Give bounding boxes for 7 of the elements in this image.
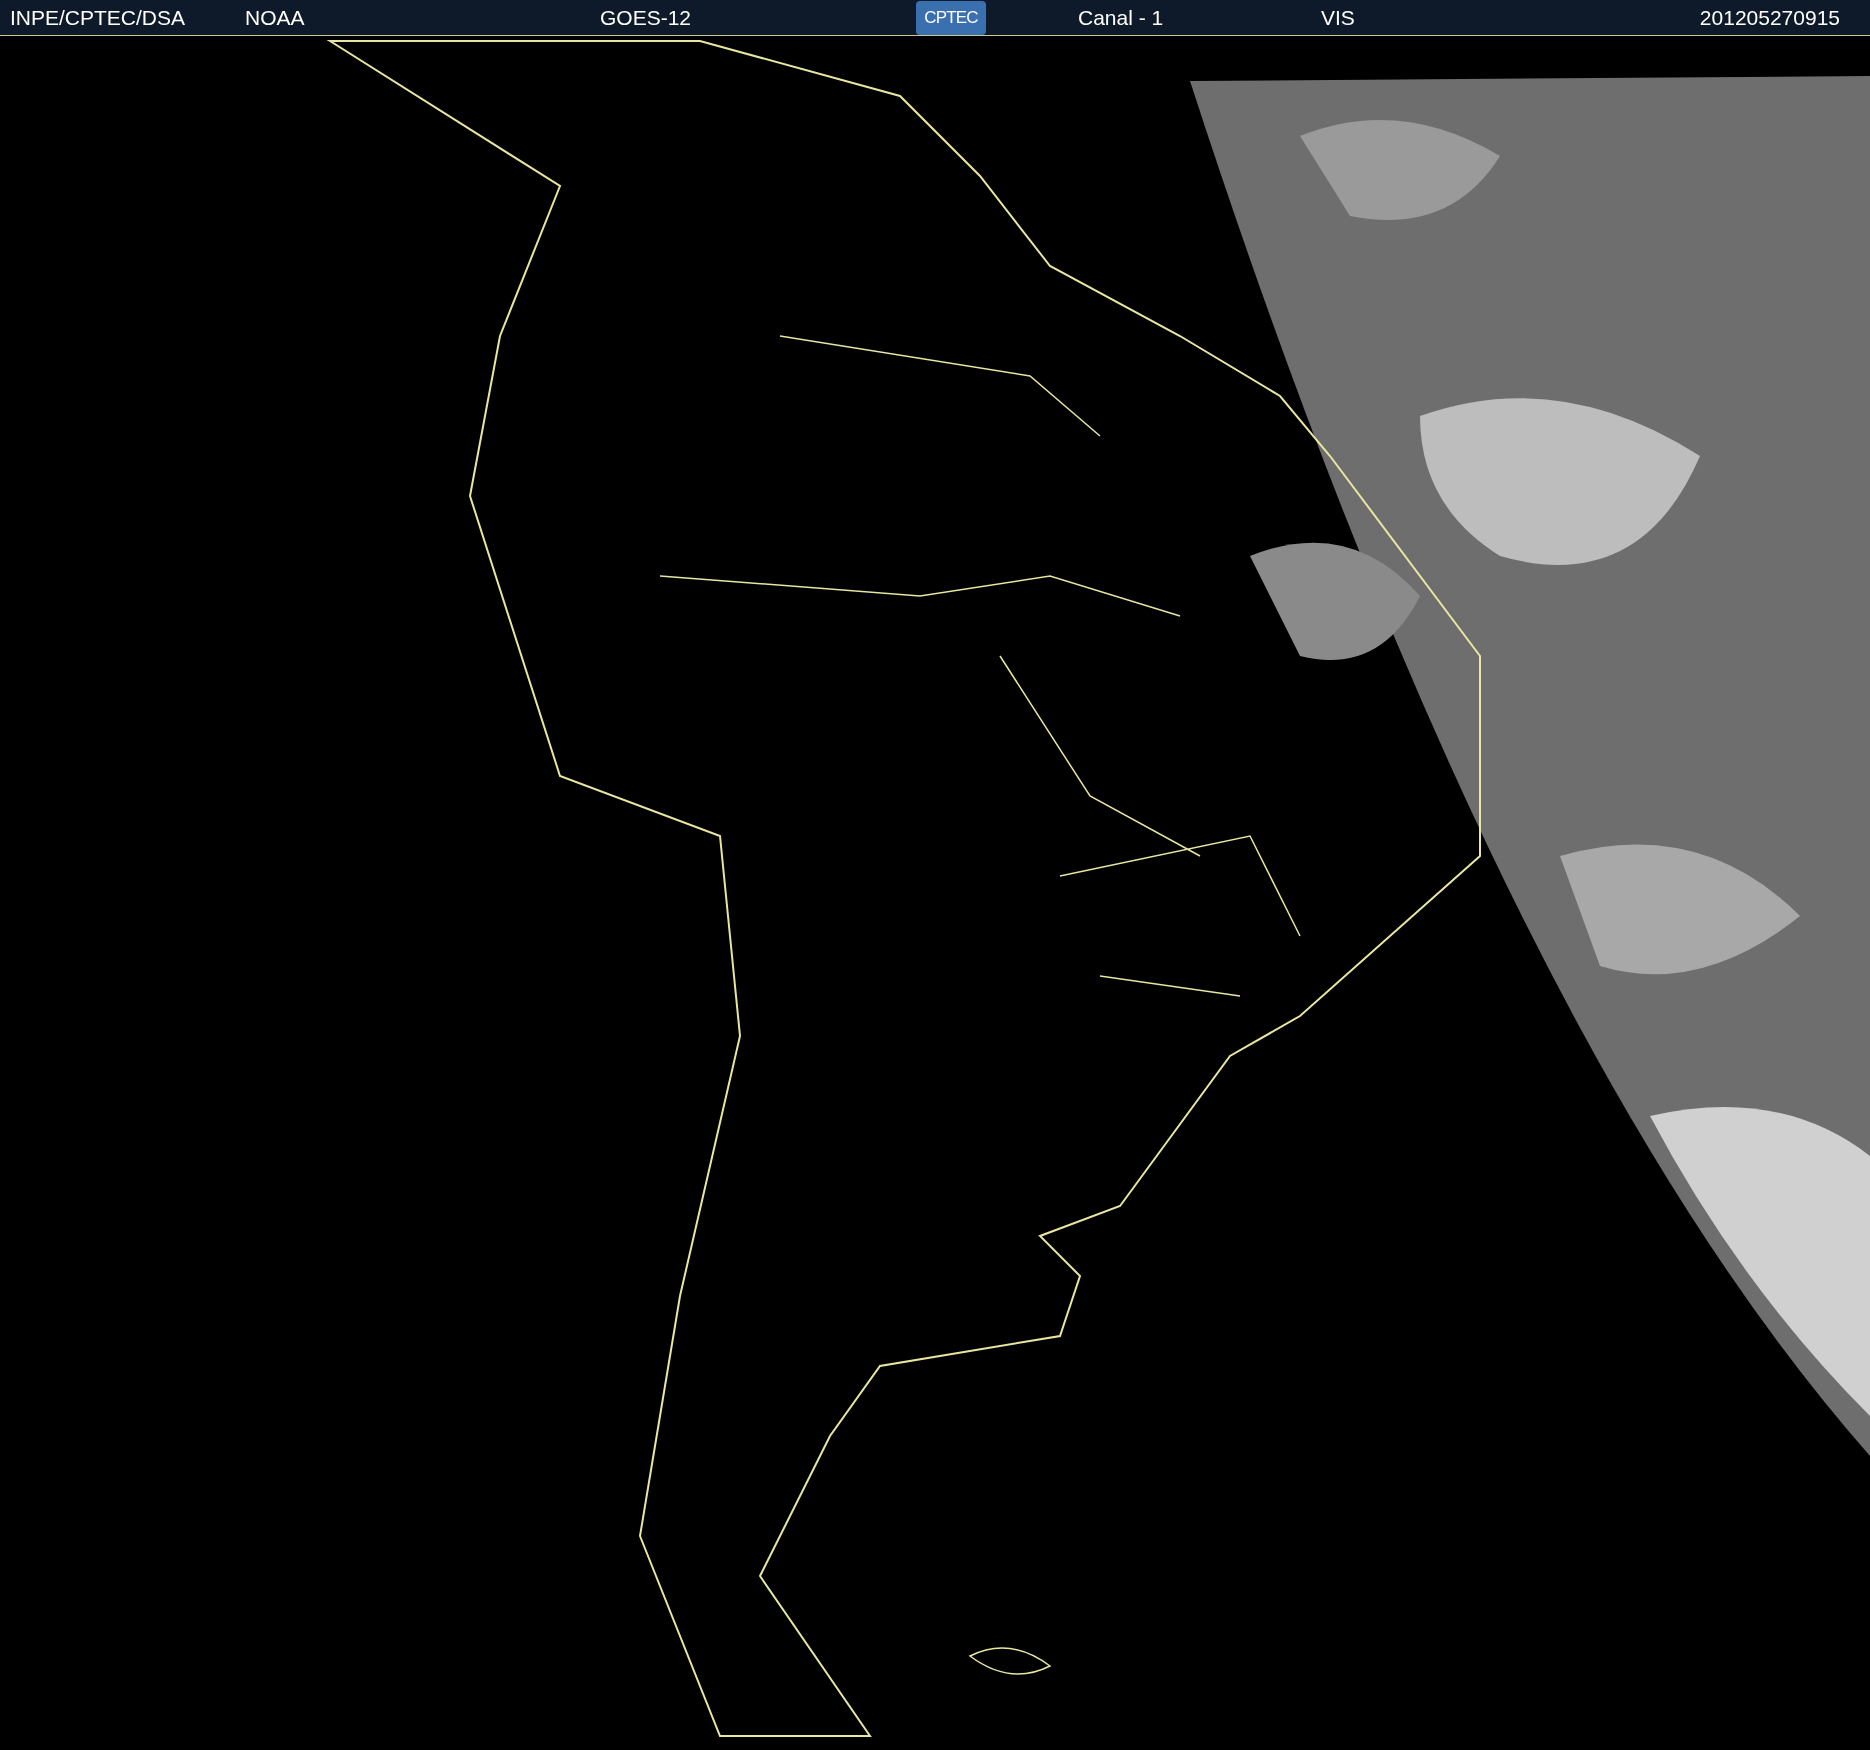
channel-label: Canal - 1 bbox=[1078, 4, 1165, 31]
logo: CPTEC bbox=[916, 0, 986, 35]
source-label: INPE/CPTEC/DSA bbox=[10, 4, 187, 31]
agency-label: NOAA bbox=[245, 4, 306, 31]
timestamp-label: 201205270915 bbox=[1699, 4, 1840, 31]
band-label: VIS bbox=[1321, 4, 1355, 31]
satellite-label: GOES-12 bbox=[600, 4, 693, 31]
